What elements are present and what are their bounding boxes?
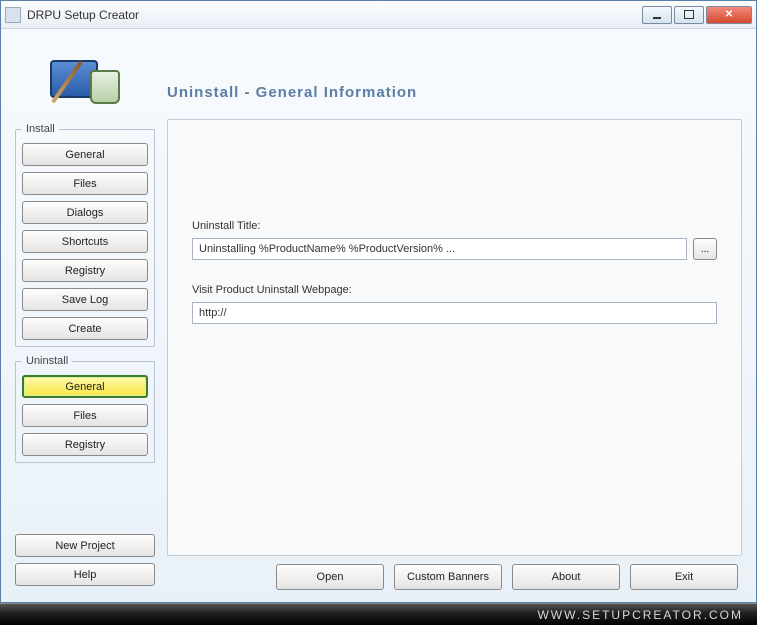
help-button[interactable]: Help xyxy=(15,563,155,586)
uninstall-group: Uninstall General Files Registry xyxy=(15,355,155,463)
install-general-button[interactable]: General xyxy=(22,143,148,166)
close-button[interactable] xyxy=(706,6,752,24)
install-registry-button[interactable]: Registry xyxy=(22,259,148,282)
install-create-button[interactable]: Create xyxy=(22,317,148,340)
webpage-label: Visit Product Uninstall Webpage: xyxy=(192,284,717,296)
new-project-button[interactable]: New Project xyxy=(15,534,155,557)
install-group: Install General Files Dialogs Shortcuts … xyxy=(15,123,155,347)
webpage-input[interactable] xyxy=(192,302,717,324)
install-legend: Install xyxy=(22,123,59,135)
uninstall-title-label: Uninstall Title: xyxy=(192,220,717,232)
minimize-button[interactable] xyxy=(642,6,672,24)
app-logo xyxy=(15,39,155,119)
about-button[interactable]: About xyxy=(512,564,620,590)
uninstall-files-button[interactable]: Files xyxy=(22,404,148,427)
page-title: Uninstall - General Information xyxy=(167,84,417,101)
uninstall-title-input[interactable] xyxy=(192,238,687,260)
open-button[interactable]: Open xyxy=(276,564,384,590)
recycle-bin-icon xyxy=(90,70,120,104)
exit-button[interactable]: Exit xyxy=(630,564,738,590)
action-bar: Open Custom Banners About Exit xyxy=(167,556,742,592)
app-icon xyxy=(5,7,21,23)
footer-url: WWW.SETUPCREATOR.COM xyxy=(0,603,757,625)
uninstall-legend: Uninstall xyxy=(22,355,72,367)
install-dialogs-button[interactable]: Dialogs xyxy=(22,201,148,224)
install-shortcuts-button[interactable]: Shortcuts xyxy=(22,230,148,253)
app-window: DRPU Setup Creator Install General Files… xyxy=(0,0,757,603)
uninstall-general-button[interactable]: General xyxy=(22,375,148,398)
custom-banners-button[interactable]: Custom Banners xyxy=(394,564,502,590)
install-savelog-button[interactable]: Save Log xyxy=(22,288,148,311)
install-files-button[interactable]: Files xyxy=(22,172,148,195)
maximize-button[interactable] xyxy=(674,6,704,24)
uninstall-registry-button[interactable]: Registry xyxy=(22,433,148,456)
titlebar[interactable]: DRPU Setup Creator xyxy=(1,1,756,29)
window-title: DRPU Setup Creator xyxy=(27,8,640,22)
browse-button[interactable]: ... xyxy=(693,238,717,260)
form-panel: Uninstall Title: ... Visit Product Unins… xyxy=(167,119,742,556)
